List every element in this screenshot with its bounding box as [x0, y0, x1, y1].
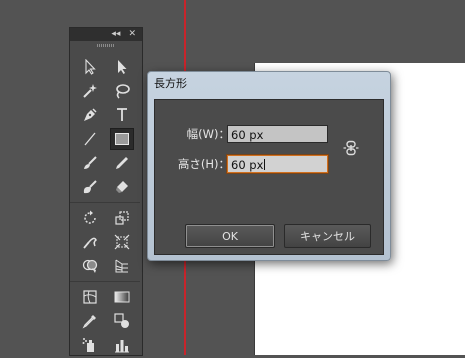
tool-grid: [70, 50, 142, 358]
tool-separator: [70, 281, 140, 282]
width-label: 幅(W)：: [186, 127, 230, 141]
paintbrush-tool-icon[interactable]: [78, 152, 102, 174]
rectangle-dialog: 長方形 幅(W)： 60 px 高さ(H)： 60 px OK キャンセル: [147, 71, 391, 261]
gradient-tool-icon[interactable]: [110, 286, 134, 308]
symbol-sprayer-tool-icon[interactable]: [78, 334, 102, 356]
mesh-tool-icon[interactable]: [78, 286, 102, 308]
blend-tool-icon[interactable]: [110, 310, 134, 332]
panel-grip[interactable]: [70, 41, 142, 50]
width-value: 60 px: [231, 128, 264, 142]
free-transform-tool-icon[interactable]: [110, 231, 134, 253]
perspective-grid-tool-icon[interactable]: [110, 255, 134, 277]
direct-selection-tool-icon[interactable]: [110, 56, 134, 78]
blob-brush-tool-icon[interactable]: [78, 176, 102, 198]
ok-button[interactable]: OK: [185, 224, 275, 248]
pen-tool-icon[interactable]: [78, 104, 102, 126]
magic-wand-tool-icon[interactable]: [78, 80, 102, 102]
collapse-panel-icon[interactable]: ◂◂: [111, 30, 120, 39]
height-field[interactable]: 60 px: [227, 155, 328, 173]
dialog-title: 長方形: [154, 77, 187, 90]
eyedropper-tool-icon[interactable]: [78, 310, 102, 332]
height-value: 60 px: [231, 158, 264, 172]
lasso-tool-icon[interactable]: [110, 80, 134, 102]
warp-tool-icon[interactable]: [78, 231, 102, 253]
tools-panel-titlebar[interactable]: ◂◂ ✕: [70, 28, 142, 41]
type-tool-icon[interactable]: [110, 104, 134, 126]
dialog-body: 幅(W)： 60 px 高さ(H)： 60 px OK キャンセル: [154, 99, 384, 255]
text-caret: [264, 159, 266, 170]
line-segment-tool-icon[interactable]: [78, 128, 102, 150]
scale-tool-icon[interactable]: [110, 207, 134, 229]
selection-tool-icon[interactable]: [78, 56, 102, 78]
shape-builder-tool-icon[interactable]: [78, 255, 102, 277]
eraser-tool-icon[interactable]: [110, 176, 134, 198]
rectangle-tool-icon[interactable]: [110, 128, 134, 150]
height-label: 高さ(H)：: [177, 157, 230, 171]
column-graph-tool-icon[interactable]: [110, 334, 134, 356]
close-panel-icon[interactable]: ✕: [128, 30, 136, 39]
width-field[interactable]: 60 px: [227, 125, 328, 143]
constrain-proportions-link-icon[interactable]: [343, 140, 359, 160]
tool-separator: [70, 202, 140, 203]
pencil-tool-icon[interactable]: [110, 152, 134, 174]
rotate-tool-icon[interactable]: [78, 207, 102, 229]
tools-panel: ◂◂ ✕: [70, 28, 142, 355]
cancel-button[interactable]: キャンセル: [284, 224, 371, 248]
